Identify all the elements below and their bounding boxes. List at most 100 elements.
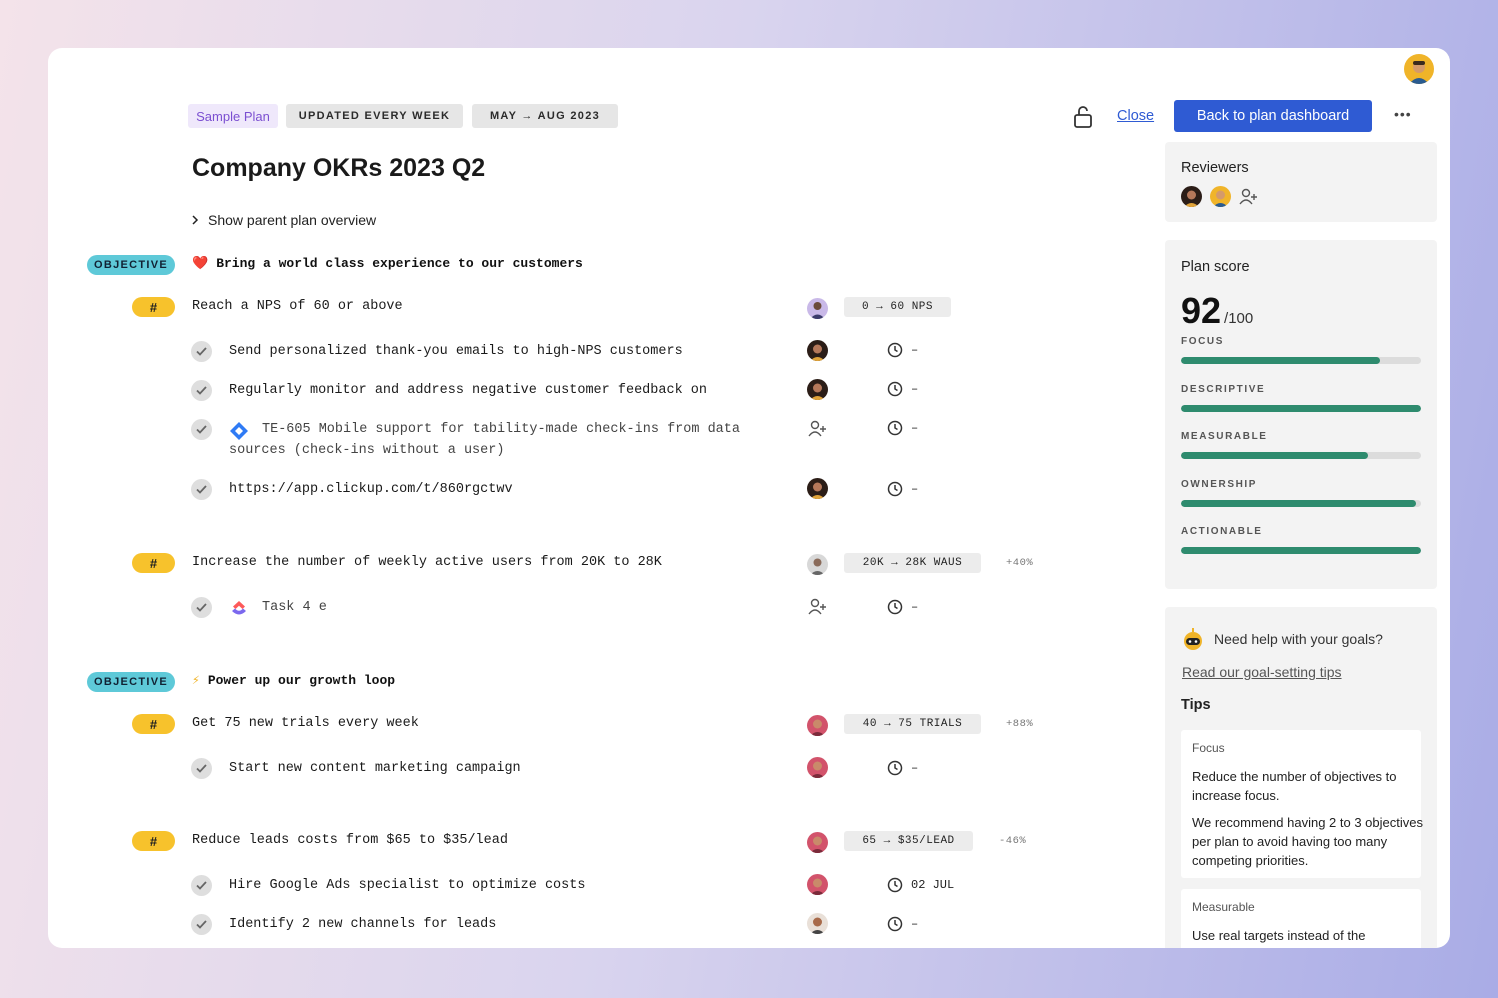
app-window: Sample Plan UPDATED EVERY WEEK MAY → AUG… [48, 48, 1450, 948]
add-owner-icon[interactable] [807, 418, 829, 440]
close-link[interactable]: Close [1117, 108, 1154, 124]
check-icon [196, 603, 207, 612]
score-bar-fill [1181, 452, 1369, 459]
due-date[interactable]: – [887, 420, 918, 436]
heart-icon: ❤️ [192, 256, 209, 271]
user-avatar-image [1409, 61, 1429, 84]
task-checkbox[interactable] [191, 597, 212, 618]
back-to-dashboard-button[interactable]: Back to plan dashboard [1174, 100, 1372, 132]
add-reviewer-icon[interactable] [1238, 186, 1260, 213]
goal-tips-link[interactable]: Read our goal-setting tips [1182, 664, 1342, 680]
kr-title[interactable]: Get 75 new trials every week [192, 716, 419, 731]
kr-badge: # [132, 714, 175, 734]
reviewer-avatar[interactable] [1210, 186, 1231, 207]
clock-icon [887, 481, 903, 497]
due-date[interactable]: – [887, 381, 918, 397]
kr-title[interactable]: Reach a NPS of 60 or above [192, 299, 403, 314]
due-date[interactable]: – [887, 599, 918, 615]
owner-avatar[interactable] [807, 554, 828, 575]
due-date-text: – [911, 761, 919, 775]
parent-plan-toggle[interactable]: Show parent plan overview [190, 212, 376, 228]
owner-avatar[interactable] [807, 478, 828, 499]
clock-icon [887, 877, 903, 893]
chevron-right-icon [192, 215, 199, 225]
score-bar-fill [1181, 404, 1421, 412]
clock-icon [887, 599, 903, 615]
owner-avatar[interactable] [807, 913, 828, 934]
plan-score-panel: Plan score 92 /100 FOCUS DESCRIPTIVE MEASU… [1165, 240, 1437, 589]
due-date[interactable]: – [887, 760, 918, 776]
kr-badge: # [132, 553, 175, 573]
task-title[interactable]: Send personalized thank-you emails to hi… [229, 341, 683, 362]
check-icon [196, 920, 207, 929]
task-checkbox[interactable] [191, 758, 212, 779]
task-title[interactable]: https://app.clickup.com/t/860rgctwv [229, 479, 513, 500]
check-icon [196, 386, 207, 395]
task-checkbox[interactable] [191, 380, 212, 401]
kr-delta: +88% [1006, 718, 1034, 730]
owner-avatar[interactable] [807, 379, 828, 400]
tips-panel: Need help with your goals? Read our goal… [1165, 607, 1437, 948]
more-options-icon[interactable]: ••• [1394, 106, 1412, 122]
task-checkbox[interactable] [191, 419, 212, 440]
task-title[interactable]: Regularly monitor and address negative c… [229, 380, 707, 401]
due-date[interactable]: – [887, 916, 918, 932]
owner-avatar[interactable] [807, 874, 828, 895]
due-date[interactable]: – [887, 342, 918, 358]
due-date-text: – [911, 421, 919, 435]
unlock-icon[interactable] [1072, 105, 1094, 134]
reviewer-avatar[interactable] [1181, 186, 1202, 207]
task-title[interactable]: Start new content marketing campaign [229, 758, 521, 779]
tip-card-focus: Focus Reduce the number of objectives to… [1181, 730, 1423, 878]
score-number: 92 [1181, 290, 1222, 331]
task-checkbox[interactable] [191, 479, 212, 500]
due-date-text: – [911, 382, 919, 396]
kr-badge: # [132, 831, 175, 851]
check-icon [196, 764, 207, 773]
help-question-text: Need help with your goals? [1214, 631, 1383, 647]
due-date-text: – [911, 482, 919, 496]
owner-avatar[interactable] [807, 832, 828, 853]
lightning-icon: ⚡ [192, 673, 200, 688]
kr-metric[interactable]: 0 → 60 NPS [844, 297, 951, 317]
kr-delta: +40% [1006, 557, 1034, 569]
objective-title[interactable]: ❤️ Bring a world class experience to our… [192, 256, 583, 271]
date-range-chip[interactable]: MAY → AUG 2023 [472, 104, 618, 128]
owner-avatar[interactable] [807, 757, 828, 778]
user-avatar[interactable] [1404, 54, 1434, 84]
clock-icon [887, 420, 903, 436]
task-checkbox[interactable] [191, 341, 212, 362]
kr-metric[interactable]: 65 → $35/LEAD [844, 831, 973, 851]
task-checkbox[interactable] [191, 875, 212, 896]
owner-avatar[interactable] [807, 298, 828, 319]
owner-avatar[interactable] [807, 715, 828, 736]
task-title[interactable]: Hire Google Ads specialist to optimize c… [229, 875, 585, 896]
score-criterion-label: FOCUS [1181, 336, 1224, 347]
score-criterion-label: MEASURABLE [1181, 431, 1268, 442]
score-bar [1181, 357, 1421, 364]
owner-avatar[interactable] [807, 340, 828, 361]
score-criterion: ACTIONABLE [1181, 526, 1421, 554]
task-title[interactable]: Identify 2 new channels for leads [229, 914, 496, 935]
due-date[interactable]: 02 JUL [887, 877, 954, 893]
add-owner-icon[interactable] [807, 596, 829, 618]
help-question: Need help with your goals? [1181, 627, 1383, 651]
tips-title: Tips [1181, 697, 1211, 713]
score-bar [1181, 452, 1421, 459]
due-date[interactable]: – [887, 481, 918, 497]
tip-paragraph: We recommend having 2 to 3 objectives pe… [1192, 815, 1423, 868]
kr-title[interactable]: Reduce leads costs from $65 to $35/lead [192, 833, 508, 848]
kr-title[interactable]: Increase the number of weekly active use… [192, 555, 662, 570]
task-title[interactable]: Task 4 e [262, 597, 327, 618]
kr-metric[interactable]: 40 → 75 TRIALS [844, 714, 981, 734]
objective-title[interactable]: ⚡ Power up our growth loop [192, 673, 395, 688]
due-date-text: – [911, 343, 919, 357]
score-max: /100 [1224, 310, 1254, 327]
task-checkbox[interactable] [191, 914, 212, 935]
task-title[interactable]: TE-605 Mobile support for tability-made … [229, 419, 740, 461]
kr-metric[interactable]: 20K → 28K WAUS [844, 553, 981, 573]
kr-delta: -46% [999, 835, 1027, 847]
score-bar [1181, 499, 1421, 507]
tip-paragraph: Use real targets instead of the [1192, 928, 1366, 943]
robot-icon [1184, 628, 1202, 650]
